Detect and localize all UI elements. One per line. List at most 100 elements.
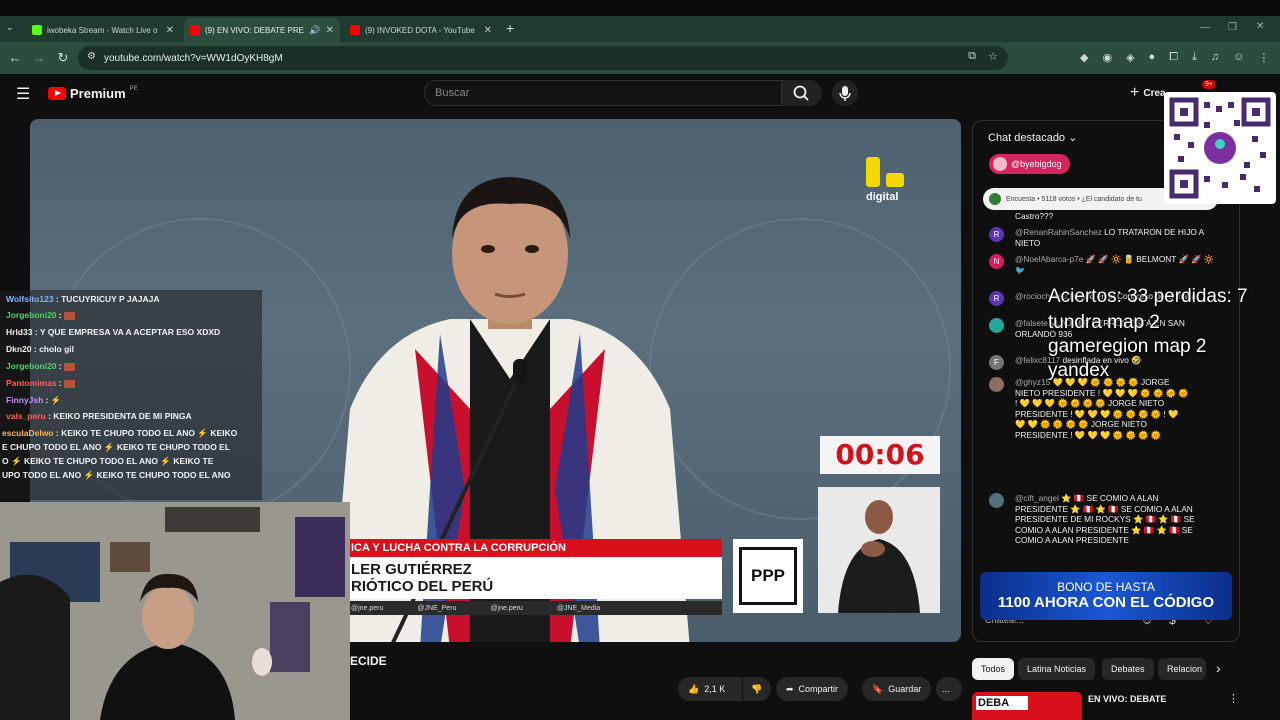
qr-code (1164, 92, 1276, 204)
url-text: youtube.com/watch?v=WW1dOyKH8gM (104, 52, 283, 64)
chat-message: N @NoelAbarca-p7e 🚀 🚀 🔆 🥫 BELMONT 🚀 🚀 🔆 … (989, 254, 1219, 275)
stats-overlay-line: Aciertos: 33 perdidas: 7 (1048, 286, 1248, 307)
extension-icon[interactable]: ◉ (1102, 51, 1112, 64)
minimize-icon[interactable]: — (1200, 22, 1210, 33)
promo-banner: BONO DE HASTA 1100 AHORA CON EL CÓDIGO (980, 572, 1232, 620)
maximize-icon[interactable]: ❐ (1228, 22, 1237, 33)
avatar (993, 157, 1007, 171)
more-menu-icon[interactable]: ⋮ (1258, 51, 1269, 64)
tab-title: iwobeka Stream - Watch Live o (47, 25, 157, 35)
chat-username: @ghyz15 (1015, 377, 1051, 387)
stream-chat-line: vals_peru : KEIKO PRESIDENTA DE MI PINGA (6, 411, 192, 421)
chat-text: Castro??? (1015, 211, 1054, 221)
close-window-icon[interactable]: ✕ (1256, 21, 1264, 32)
youtube-play-icon (48, 87, 66, 100)
related-more-icon[interactable]: ⋮ (1228, 692, 1239, 705)
media-controls-icon[interactable]: ♫ (1211, 51, 1219, 64)
youtube-header: ☰ Premium PE Buscar + Crea 9+ (0, 74, 1280, 116)
chat-message: @ghyz15 💛 💛 💛 🌞 🌞 🌞 🌞 JORGE NIETO PRESID… (989, 377, 1219, 440)
like-count: 2,1 K (704, 684, 726, 694)
close-tab-icon[interactable]: ✕ (166, 25, 174, 36)
stream-chat-line: Hrld33 : Y QUE EMPRESA VA A ACEPTAR ESO … (6, 327, 221, 337)
search-input[interactable]: Buscar (424, 80, 782, 106)
reload-icon[interactable]: ↻ (55, 50, 71, 66)
chat-username: @cift_angel (1015, 493, 1059, 503)
close-tab-icon[interactable]: ✕ (484, 25, 492, 36)
country-badge: PE (129, 85, 138, 92)
extension-icon[interactable]: ● (1149, 51, 1156, 64)
save-button[interactable]: 🔖 Guardar (862, 677, 932, 701)
filter-chip-all[interactable]: Todos (972, 658, 1015, 680)
chat-mode-label: Chat destacado (988, 132, 1066, 144)
voice-search-button[interactable] (832, 80, 858, 106)
pinned-username: @byebigdog (1011, 159, 1062, 169)
pinned-user-chip[interactable]: @byebigdog (989, 154, 1070, 174)
back-icon[interactable]: ← (7, 50, 23, 66)
related-thumbnail[interactable]: DEBA (972, 692, 1082, 720)
bookmark-icon: 🔖 (872, 683, 884, 694)
filter-chip-latina[interactable]: Latina Noticias (1018, 658, 1096, 680)
tab-title: (9) EN VIVO: DEBATE PRESI (205, 25, 305, 35)
youtube-logo[interactable]: Premium PE (48, 86, 138, 101)
stats-overlay-line: gameregion map 2 (1048, 336, 1207, 357)
social-handle: @jne.peru (490, 604, 523, 612)
download-icon[interactable]: ⤓ (1192, 51, 1197, 64)
filter-chip-related[interactable]: Relacion (1158, 658, 1206, 680)
search-icon (793, 85, 809, 101)
new-tab-button[interactable]: + (506, 20, 514, 36)
site-info-icon[interactable]: ⚙ (87, 51, 96, 62)
stream-chat-line: Wolfsito123 : TUCUYRICUY P JAJAJA (6, 294, 160, 304)
tab-list-chevron-icon[interactable]: ⌄ (6, 22, 14, 33)
bookmark-star-icon[interactable]: ☆ (988, 50, 998, 63)
chat-message: @cift_angel ⭐ 🇵🇪 SE COMIO A ALAN PRESIDE… (989, 493, 1219, 546)
debate-timer: 00:06 (820, 436, 940, 474)
close-tab-icon[interactable]: ✕ (326, 25, 334, 36)
social-handle: @jne.peru (351, 604, 384, 612)
create-button[interactable]: + Crea (1130, 84, 1166, 102)
dislike-button[interactable]: 👎 (743, 677, 771, 701)
banner-line2: 1100 AHORA CON EL CÓDIGO (997, 594, 1215, 611)
notification-badge[interactable]: 9+ (1202, 80, 1216, 89)
microphone-icon (839, 86, 851, 101)
tab-kick[interactable]: iwobeka Stream - Watch Live o ✕ (26, 18, 180, 42)
stream-chat-line: Dkn20 : cholo gil (6, 344, 75, 354)
tab-title: (9) INVOKED DOTA - YouTube (365, 25, 475, 35)
tab-bar: ⌄ iwobeka Stream - Watch Live o ✕ (9) EN… (0, 16, 1280, 42)
chat-message: R @RenanRahinSanchez LO TRATARON DE HIJO… (989, 227, 1219, 248)
avatar: F (989, 355, 1004, 370)
more-actions-button[interactable]: ... (936, 677, 962, 701)
audio-playing-icon[interactable]: 🔊 (309, 25, 320, 36)
youtube-icon (350, 25, 360, 35)
cast-icon[interactable]: ⧉ (968, 50, 976, 63)
sign-language-interpreter (818, 487, 940, 613)
search-button[interactable] (782, 80, 822, 106)
like-button[interactable]: 👍 2,1 K (678, 677, 742, 701)
social-handle: @JNE_Media (556, 604, 601, 612)
more-icon: ... (942, 684, 950, 694)
banner-line1: BONO DE HASTA (1057, 580, 1155, 594)
puzzle-icon[interactable]: ⧠ (1169, 51, 1178, 64)
tab-dota[interactable]: (9) INVOKED DOTA - YouTube ✕ (344, 18, 498, 42)
plus-icon: + (1130, 84, 1140, 101)
thumbs-up-icon: 👍 (688, 683, 700, 694)
streamer-webcam (0, 502, 350, 720)
tab-debate[interactable]: (9) EN VIVO: DEBATE PRESI 🔊 ✕ (184, 18, 340, 42)
profile-icon[interactable]: ☺ (1233, 51, 1244, 64)
channel-logo: digital (866, 157, 904, 203)
stream-chat-line: UPO TODO EL ANO ⚡ KEIKO TE CHUPO TODO EL… (2, 470, 231, 480)
extensions-area: ◆ ◉ ◈ ● ⧠ ⤓ ♫ ☺ ⋮ (1080, 51, 1269, 64)
share-button[interactable]: ➦ Compartir (776, 677, 849, 701)
chat-mode-dropdown[interactable]: Chat destacado ⌄ (988, 131, 1077, 144)
forward-icon[interactable]: → (31, 50, 47, 66)
related-title[interactable]: EN VIVO: DEBATE (1088, 694, 1166, 704)
chevron-right-icon[interactable]: › (1216, 660, 1221, 676)
chat-message: Castro??? (989, 211, 1219, 222)
chat-username: @falsete (1015, 318, 1048, 328)
extension-icon[interactable]: ◆ (1080, 51, 1088, 64)
filter-chip-debates[interactable]: Debates (1102, 658, 1154, 680)
emote-icon (64, 379, 76, 388)
url-field[interactable]: ⚙ youtube.com/watch?v=WW1dOyKH8gM ⧉ ☆ (78, 46, 1008, 70)
avatar (989, 493, 1004, 508)
hamburger-menu-icon[interactable]: ☰ (16, 84, 30, 104)
extension-icon[interactable]: ◈ (1126, 51, 1134, 64)
